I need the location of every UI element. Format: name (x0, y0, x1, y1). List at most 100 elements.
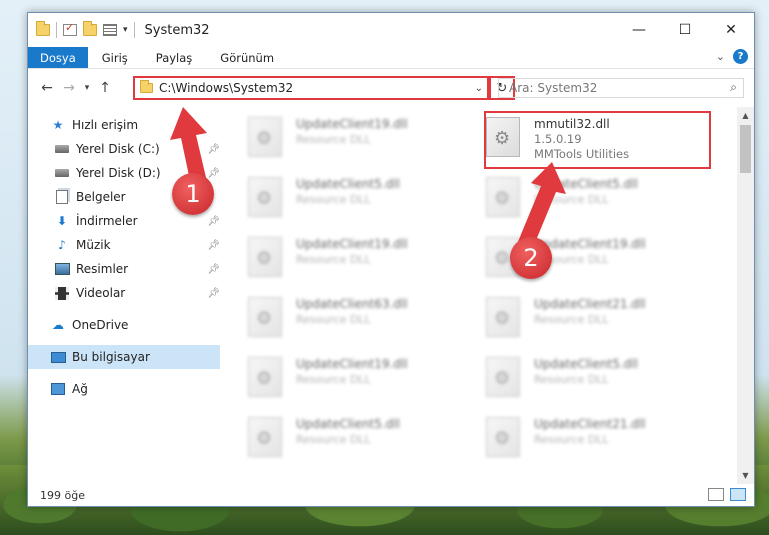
search-input[interactable]: Ara: System32 ⌕ (498, 78, 744, 98)
sidebar-item-label: OneDrive (72, 318, 129, 332)
navigation-bar: ← → ▾ ↑ C:\Windows\System32 ⌄ ↻ Ara: Sys… (28, 69, 754, 107)
dll-file-icon (248, 177, 282, 217)
view-list-icon[interactable] (103, 24, 117, 36)
pin-icon[interactable]: 📌︎ (207, 216, 220, 227)
title-bar: ▾ System32 — ☐ ✕ (28, 13, 754, 47)
search-icon[interactable]: ⌕ (730, 80, 737, 95)
star-icon: ★ (52, 118, 64, 132)
vertical-scrollbar[interactable]: ▲ ▼ (737, 107, 754, 484)
tab-paylas[interactable]: Paylaş (142, 47, 207, 68)
file-item[interactable]: UpdateClient19.dll Resource DLL (248, 111, 486, 171)
dll-file-icon (248, 237, 282, 277)
file-item[interactable]: UpdateClient5.dll Resource DLL (248, 171, 486, 231)
pictures-icon (54, 262, 70, 276)
file-description: Resource DLL (534, 313, 609, 326)
scroll-thumb[interactable] (740, 125, 751, 173)
music-icon: ♪ (58, 238, 66, 252)
step-badge-2: 2 (510, 237, 552, 279)
file-description: Resource DLL (534, 193, 609, 206)
file-item[interactable]: UpdateClient63.dll Resource DLL (248, 291, 486, 351)
tab-dosya[interactable]: Dosya (28, 47, 88, 68)
sidebar-item-videos[interactable]: Videolar 📌︎ (28, 281, 220, 305)
file-description: Resource DLL (534, 373, 609, 386)
file-item[interactable]: UpdateClient5.dll Resource DLL (248, 411, 486, 471)
search-placeholder: Ara: System32 (509, 81, 598, 95)
file-description: Resource DLL (296, 193, 371, 206)
file-description: Resource DLL (296, 313, 371, 326)
status-bar: 199 öğe (28, 484, 754, 506)
dll-file-icon (486, 357, 520, 397)
customize-toolbar-icon[interactable]: ▾ (123, 25, 128, 35)
sidebar-item-quick-access[interactable]: ★ Hızlı erişim (28, 113, 220, 137)
file-name: UpdateClient5.dll (296, 417, 400, 431)
dll-file-icon (486, 417, 520, 457)
file-item[interactable]: UpdateClient21.dll Resource DLL (486, 291, 724, 351)
recent-locations-icon[interactable]: ▾ (80, 83, 94, 93)
explorer-window: ▾ System32 — ☐ ✕ Dosya Giriş Paylaş Görü… (27, 12, 755, 507)
pin-icon[interactable]: 📌︎ (207, 240, 220, 251)
scroll-up-icon[interactable]: ▲ (737, 107, 754, 124)
new-folder-icon[interactable] (83, 21, 97, 36)
file-item[interactable]: UpdateClient5.dll Resource DLL (486, 351, 724, 411)
sidebar-item-pictures[interactable]: Resimler 📌︎ (28, 257, 220, 281)
sidebar-item-onedrive[interactable]: ☁ OneDrive (28, 313, 220, 337)
forward-arrow-icon[interactable]: → (58, 80, 80, 96)
sidebar-item-label: İndirmeler (76, 214, 138, 228)
large-icons-view-icon[interactable] (730, 488, 746, 501)
minimize-button[interactable]: — (616, 13, 662, 47)
file-name: UpdateClient5.dll (534, 357, 638, 371)
dll-file-icon (248, 297, 282, 337)
file-item[interactable]: UpdateClient19.dll Resource DLL (248, 231, 486, 291)
address-path[interactable]: C:\Windows\System32 (159, 81, 293, 95)
highlight-box-file (484, 111, 711, 169)
up-arrow-icon[interactable]: ↑ (94, 80, 116, 96)
documents-icon (54, 190, 70, 204)
folder-icon (36, 21, 50, 36)
item-count: 199 öğe (40, 488, 85, 502)
file-description: Resource DLL (296, 133, 371, 146)
sidebar-item-this-pc[interactable]: Bu bilgisayar (28, 345, 220, 369)
file-item[interactable]: UpdateClient19.dll Resource DLL (248, 351, 486, 411)
dll-file-icon (248, 117, 282, 157)
window-controls: — ☐ ✕ (616, 13, 754, 47)
file-description: Resource DLL (534, 433, 609, 446)
cloud-icon: ☁ (52, 318, 64, 332)
tab-gorunum[interactable]: Görünüm (206, 47, 288, 68)
disk-icon (54, 166, 70, 180)
details-view-icon[interactable] (708, 488, 724, 501)
sidebar-item-disk-c[interactable]: Yerel Disk (C:) 📌︎ (28, 137, 220, 161)
pin-icon[interactable]: 📌︎ (207, 264, 220, 275)
window-title: System32 (144, 22, 210, 38)
close-button[interactable]: ✕ (708, 13, 754, 47)
expand-ribbon-icon[interactable]: ⌄ (716, 50, 725, 63)
dll-file-icon (248, 357, 282, 397)
dll-file-icon (248, 417, 282, 457)
maximize-button[interactable]: ☐ (662, 13, 708, 47)
file-item[interactable]: UpdateClient5.dll Resource DLL (486, 171, 724, 231)
file-item[interactable]: UpdateClient21.dll Resource DLL (486, 411, 724, 471)
address-bar[interactable]: C:\Windows\System32 ⌄ (133, 76, 489, 100)
file-description: Resource DLL (296, 433, 371, 446)
file-name: UpdateClient5.dll (534, 177, 638, 191)
back-arrow-icon[interactable]: ← (36, 80, 58, 96)
sidebar-item-network[interactable]: Ağ (28, 377, 220, 401)
tab-giris[interactable]: Giriş (88, 47, 142, 68)
sidebar-item-music[interactable]: ♪ Müzik 📌︎ (28, 233, 220, 257)
scroll-down-icon[interactable]: ▼ (737, 467, 754, 484)
navigation-pane: ★ Hızlı erişim Yerel Disk (C:) 📌︎ Yerel … (28, 107, 220, 484)
pin-icon[interactable]: 📌︎ (207, 144, 220, 155)
help-icon[interactable]: ? (733, 49, 748, 64)
pin-icon[interactable]: 📌︎ (207, 168, 220, 179)
videos-icon (54, 286, 70, 300)
file-name: UpdateClient19.dll (296, 357, 408, 371)
sidebar-item-label: Ağ (72, 382, 88, 396)
sidebar-item-label: Bu bilgisayar (72, 350, 150, 364)
properties-check-icon[interactable] (63, 21, 77, 36)
file-description: Resource DLL (296, 373, 371, 386)
sidebar-item-label: Belgeler (76, 190, 126, 204)
address-dropdown-icon[interactable]: ⌄ (475, 83, 483, 94)
pin-icon[interactable]: 📌︎ (207, 288, 220, 299)
folder-icon (140, 80, 153, 93)
download-icon: ⬇ (56, 214, 68, 228)
sidebar-item-label: Yerel Disk (C:) (76, 142, 160, 156)
